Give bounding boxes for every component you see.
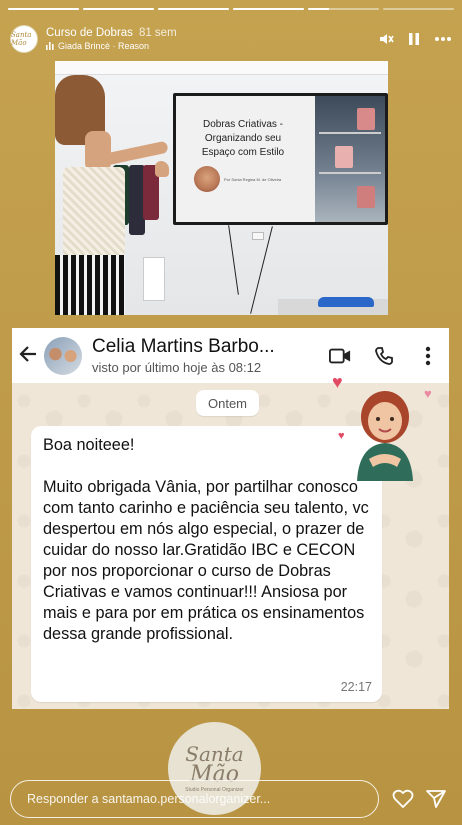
story-photo: Dobras Criativas - Organizando seu Espaç… [55, 61, 388, 315]
back-arrow-icon[interactable] [18, 343, 44, 369]
tv-screen: Dobras Criativas - Organizando seu Espaç… [173, 93, 388, 225]
phone-call-icon[interactable] [373, 345, 395, 367]
reply-field[interactable] [10, 780, 379, 818]
account-name[interactable]: Curso de Dobras [46, 27, 133, 39]
send-icon[interactable] [424, 787, 448, 811]
progress-segment [158, 8, 229, 10]
music-info[interactable]: Giada Brincè · Reason [46, 41, 177, 51]
wall-outlet [252, 232, 264, 240]
story-header-text: Curso de Dobras 81 sem Giada Brincè · Re… [46, 27, 177, 51]
progress-segment [233, 8, 304, 10]
slide-byline: Por Sonia Regina M. de Oliveira [224, 177, 282, 182]
message-body: Muito obrigada Vânia, por partilhar cono… [43, 478, 369, 643]
music-bars-icon [46, 42, 54, 50]
account-avatar[interactable]: Santa Mão [10, 25, 38, 53]
last-seen: visto por último hoje às 08:12 [92, 360, 262, 375]
story-progress-bar [8, 8, 454, 11]
video-call-icon[interactable] [329, 345, 351, 367]
contact-name[interactable]: Celia Martins Barbo... [92, 336, 321, 358]
progress-segment [383, 8, 454, 10]
heart-sticker-icon: ♥ [332, 372, 343, 392]
brochure-stand [143, 257, 165, 301]
message-time: 22:17 [340, 680, 372, 694]
more-icon[interactable] [434, 36, 452, 42]
pause-icon[interactable] [408, 32, 420, 46]
memoji-sticker [357, 391, 413, 481]
slide-closet-image [315, 96, 385, 222]
menu-dots-icon[interactable] [417, 345, 439, 367]
mute-icon[interactable] [378, 31, 394, 47]
whatsapp-screenshot: Celia Martins Barbo... visto por último … [12, 328, 449, 709]
progress-segment [83, 8, 154, 10]
presenter-person [55, 75, 169, 315]
message-greeting: Boa noiteee! [43, 436, 135, 454]
slide-title: Dobras Criativas - Organizando seu Espaç… [201, 119, 285, 158]
heart-icon[interactable] [391, 787, 415, 811]
message-bubble: Boa noiteee! Muito obrigada Vânia, por p… [31, 426, 382, 702]
post-time: 81 sem [138, 27, 177, 39]
heart-sticker-icon: ♥ [338, 430, 345, 442]
heart-sticker-icon: ♥ [424, 386, 432, 401]
progress-segment [8, 8, 79, 10]
chat-header: Celia Martins Barbo... visto por último … [12, 328, 449, 383]
contact-avatar[interactable] [44, 336, 82, 375]
story-header: Santa Mão Curso de Dobras 81 sem Giada B… [10, 22, 452, 56]
presenter-photo [194, 166, 220, 192]
date-separator: Ontem [196, 390, 260, 416]
music-label: Giada Brincè · Reason [58, 41, 150, 51]
progress-segment [308, 8, 379, 10]
reply-input[interactable] [27, 792, 362, 806]
